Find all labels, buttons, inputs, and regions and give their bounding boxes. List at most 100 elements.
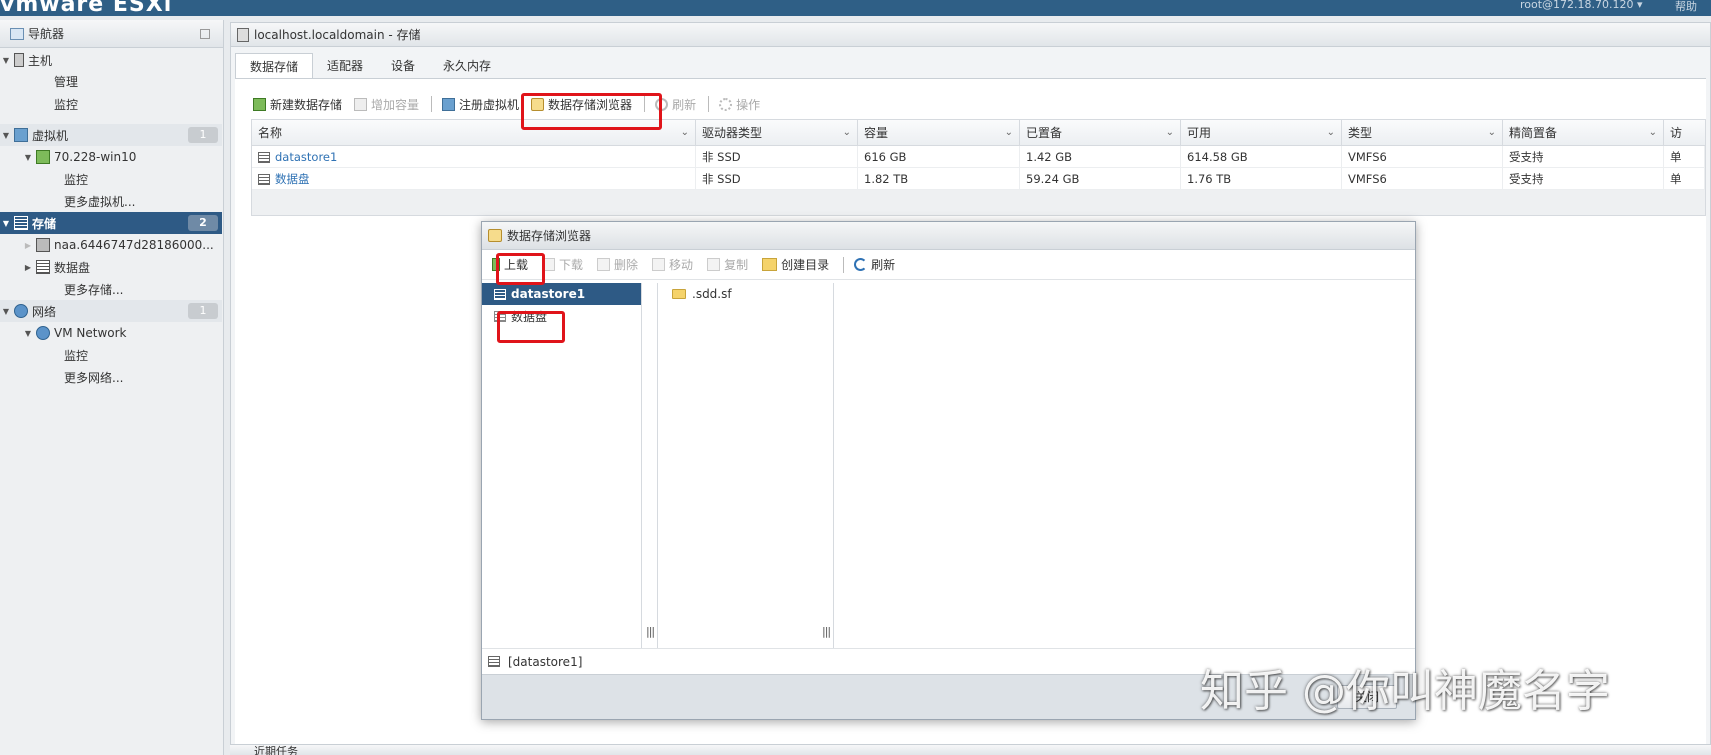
help-menu[interactable]: 帮助: [1675, 0, 1697, 14]
col-thin-provisioning[interactable]: 精简置备 ⌄: [1503, 120, 1664, 146]
disk-icon: [36, 238, 50, 252]
delete-button[interactable]: 删除: [597, 256, 638, 273]
nav-more-networks[interactable]: 更多网络...: [0, 366, 222, 388]
col-access[interactable]: 访: [1664, 120, 1705, 146]
datastore-table: 名称 ⌄ 驱动器类型 ⌄ 容量 ⌄ 已置备 ⌄ 可用 ⌄ 类型 ⌄ 精简置备 ⌄ 访 data…: [251, 119, 1706, 216]
vm-icon: [14, 128, 28, 142]
nav-more-vms[interactable]: 更多虚拟机...: [0, 190, 222, 212]
col-provisioned[interactable]: 已置备 ⌄: [1020, 120, 1181, 146]
datastore-icon: [258, 152, 270, 163]
tab-devices[interactable]: 设备: [377, 53, 429, 79]
download-button[interactable]: 下载: [542, 256, 583, 273]
table-header: 名称 ⌄ 驱动器类型 ⌄ 容量 ⌄ 已置备 ⌄ 可用 ⌄ 类型 ⌄ 精简置备 ⌄ 访: [252, 120, 1705, 146]
gear-icon: [719, 97, 733, 111]
chevron-down-icon[interactable]: ⌄: [1005, 120, 1013, 146]
nav-network[interactable]: ▼ 网络 1: [0, 300, 222, 322]
table-cell: 非 SSD: [696, 168, 858, 190]
pane-splitter[interactable]: |||: [642, 283, 658, 648]
table-row[interactable]: 数据盘 非 SSD 1.82 TB 59.24 GB 1.76 TB VMFS6…: [252, 168, 1705, 190]
chevron-down-icon[interactable]: ⌄: [681, 120, 689, 146]
col-drive-type[interactable]: 驱动器类型 ⌄: [696, 120, 858, 146]
nav-host-monitor[interactable]: 监控: [0, 93, 222, 115]
register-vm-button[interactable]: 注册虚拟机: [442, 96, 519, 113]
expand-icon[interactable]: ▶: [22, 241, 34, 250]
table-cell: 单: [1664, 168, 1705, 190]
table-cell: 受支持: [1503, 168, 1664, 190]
chevron-down-icon[interactable]: ⌄: [843, 120, 851, 146]
tab-adapters[interactable]: 适配器: [313, 53, 377, 79]
nav-naa-device[interactable]: ▶ naa.6446747d28186000...: [0, 234, 222, 256]
nav-storage[interactable]: ▼ 存储 2: [0, 212, 222, 234]
delete-icon: [597, 258, 611, 271]
expand-icon[interactable]: ▼: [0, 131, 12, 140]
table-cell: 59.24 GB: [1020, 168, 1181, 190]
datastore-name-cell[interactable]: 数据盘: [252, 168, 696, 190]
expand-icon[interactable]: ▼: [22, 153, 34, 162]
chevron-down-icon[interactable]: ⌄: [1488, 120, 1496, 146]
table-cell: VMFS6: [1342, 168, 1503, 190]
highlight-box: [521, 93, 662, 130]
storage-icon: [14, 216, 28, 230]
splitter-grip-icon[interactable]: |||: [822, 625, 831, 638]
expand-icon[interactable]: ▼: [0, 307, 12, 316]
table-row[interactable]: datastore1 非 SSD 616 GB 1.42 GB 614.58 G…: [252, 146, 1705, 168]
page-title: localhost.localdomain - 存储: [254, 28, 421, 42]
dialog-refresh-button[interactable]: 刷新: [854, 256, 895, 273]
create-directory-button[interactable]: 创建目录: [762, 256, 829, 273]
dialog-title-bar[interactable]: 数据存储浏览器: [482, 222, 1415, 250]
toolbar-divider: [708, 96, 710, 112]
toolbar-divider: [843, 256, 845, 273]
expand-icon[interactable]: ▼: [22, 329, 34, 338]
network-icon: [14, 304, 28, 318]
chevron-down-icon[interactable]: ⌄: [1166, 120, 1174, 146]
tab-persistent-memory[interactable]: 永久内存: [429, 53, 505, 79]
col-free[interactable]: 可用 ⌄: [1181, 120, 1342, 146]
pane-splitter[interactable]: |||: [818, 283, 834, 648]
expand-icon[interactable]: ▶: [22, 263, 34, 272]
col-type[interactable]: 类型 ⌄: [1342, 120, 1503, 146]
move-button[interactable]: 移动: [652, 256, 693, 273]
folder-icon: [672, 289, 686, 299]
copy-icon: [707, 258, 721, 271]
datastore-icon: [36, 260, 50, 274]
table-cell: VMFS6: [1342, 146, 1503, 168]
table-cell: 1.76 TB: [1181, 168, 1342, 190]
increase-capacity-button[interactable]: 增加容量: [354, 96, 419, 113]
current-path: [datastore1]: [508, 654, 583, 669]
tab-datastores[interactable]: 数据存储: [235, 53, 314, 79]
recent-tasks-bar[interactable]: 近期任务: [230, 744, 1711, 755]
nav-vms[interactable]: ▼ 虚拟机 1: [0, 124, 222, 146]
table-cell: 614.58 GB: [1181, 146, 1342, 168]
new-datastore-button[interactable]: 新建数据存储: [253, 96, 342, 113]
splitter-grip-icon[interactable]: |||: [646, 625, 655, 638]
expand-icon[interactable]: ▼: [0, 219, 12, 228]
nav-datastore-data[interactable]: ▶ 数据盘: [0, 256, 222, 278]
datastore-name-cell[interactable]: datastore1: [252, 146, 696, 168]
network-count-badge: 1: [188, 303, 218, 319]
nav-host[interactable]: ▼ 主机: [0, 49, 222, 71]
nav-host-manage[interactable]: 管理: [0, 70, 222, 92]
chevron-down-icon[interactable]: ⌄: [1327, 120, 1335, 146]
folder-list-pane: .sdd.sf: [658, 283, 818, 648]
user-menu[interactable]: root@172.18.70.120 ▾: [1520, 0, 1643, 11]
copy-button[interactable]: 复制: [707, 256, 748, 273]
nav-vm-network[interactable]: ▼ VM Network: [0, 322, 222, 344]
toolbar-divider: [431, 96, 433, 112]
storage-count-badge: 2: [188, 215, 218, 231]
datastore-item[interactable]: datastore1: [482, 283, 641, 305]
nav-network-monitor[interactable]: 监控: [0, 344, 222, 366]
collapse-icon[interactable]: [200, 29, 210, 39]
watermark-text: 知乎 @你叫神魔名字: [1200, 666, 1610, 717]
datastore-icon: [494, 288, 506, 300]
col-capacity[interactable]: 容量 ⌄: [858, 120, 1020, 146]
move-icon: [652, 258, 666, 271]
actions-button[interactable]: 操作: [719, 96, 760, 113]
nav-more-storage[interactable]: 更多存储...: [0, 278, 222, 300]
expand-icon[interactable]: ▼: [0, 56, 12, 65]
table-cell: 616 GB: [858, 146, 1020, 168]
vmware-logo: vmware ESXi: [0, 0, 173, 17]
chevron-down-icon[interactable]: ⌄: [1649, 120, 1657, 146]
nav-vm-win10[interactable]: ▼ 70.228-win10: [0, 146, 222, 168]
folder-item[interactable]: .sdd.sf: [658, 283, 818, 305]
nav-vm-monitor[interactable]: 监控: [0, 168, 222, 190]
